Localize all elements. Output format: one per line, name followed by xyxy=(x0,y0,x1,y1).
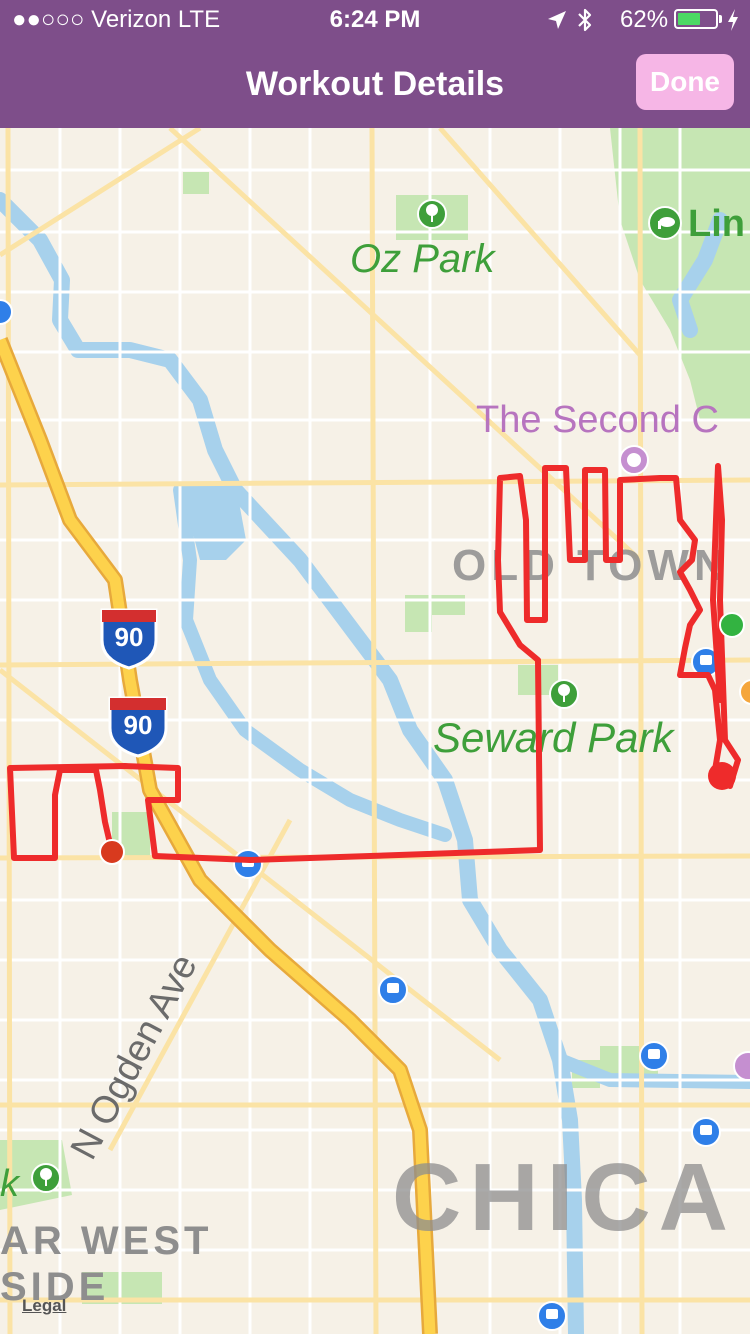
tree-icon[interactable] xyxy=(417,199,447,229)
transit-icon[interactable] xyxy=(639,1041,669,1071)
done-button[interactable]: Done xyxy=(636,54,734,110)
second-city-label: The Second C xyxy=(476,399,719,441)
battery-icon xyxy=(674,9,718,29)
park-partial-label: k xyxy=(0,1163,21,1205)
legal-link[interactable]: Legal xyxy=(22,1296,66,1316)
zoo-elephant-icon[interactable] xyxy=(648,206,682,240)
interstate-90-shield-top: 90 xyxy=(100,608,158,670)
map-view[interactable]: 90 90 Oz Park Lin The Second C OLD TOWN … xyxy=(0,128,750,1334)
seward-park-label: Seward Park xyxy=(433,714,675,761)
status-bar: ●●○○○ Verizon LTE 6:24 PM 62% xyxy=(0,0,750,40)
theater-mask-icon[interactable] xyxy=(619,445,649,475)
bluetooth-icon xyxy=(578,8,592,32)
lincoln-park-zoo-label: Lin xyxy=(688,203,745,245)
charging-bolt-icon xyxy=(728,9,738,31)
tree-icon[interactable] xyxy=(549,679,579,709)
interstate-90-label-bottom: 90 xyxy=(124,710,153,740)
route-start-marker[interactable] xyxy=(719,612,745,638)
route-end-cluster xyxy=(708,762,736,790)
chicago-label: CHICA xyxy=(392,1144,736,1251)
transit-icon[interactable] xyxy=(233,849,263,879)
far-west-label: AR WEST xyxy=(0,1219,212,1263)
oz-park-label: Oz Park xyxy=(350,237,496,281)
route-end-marker[interactable] xyxy=(99,839,125,865)
interstate-90-label-top: 90 xyxy=(115,622,144,652)
battery-tip xyxy=(719,15,722,23)
transit-icon[interactable] xyxy=(378,975,408,1005)
battery-percentage: 62% xyxy=(620,6,669,33)
interstate-90-shield-bottom: 90 xyxy=(108,696,168,758)
transit-icon[interactable] xyxy=(691,1117,721,1147)
navigation-bar: Workout Details Done xyxy=(0,40,750,128)
tree-icon[interactable] xyxy=(31,1163,61,1193)
location-arrow-icon xyxy=(548,11,566,29)
transit-icon[interactable] xyxy=(537,1301,567,1331)
